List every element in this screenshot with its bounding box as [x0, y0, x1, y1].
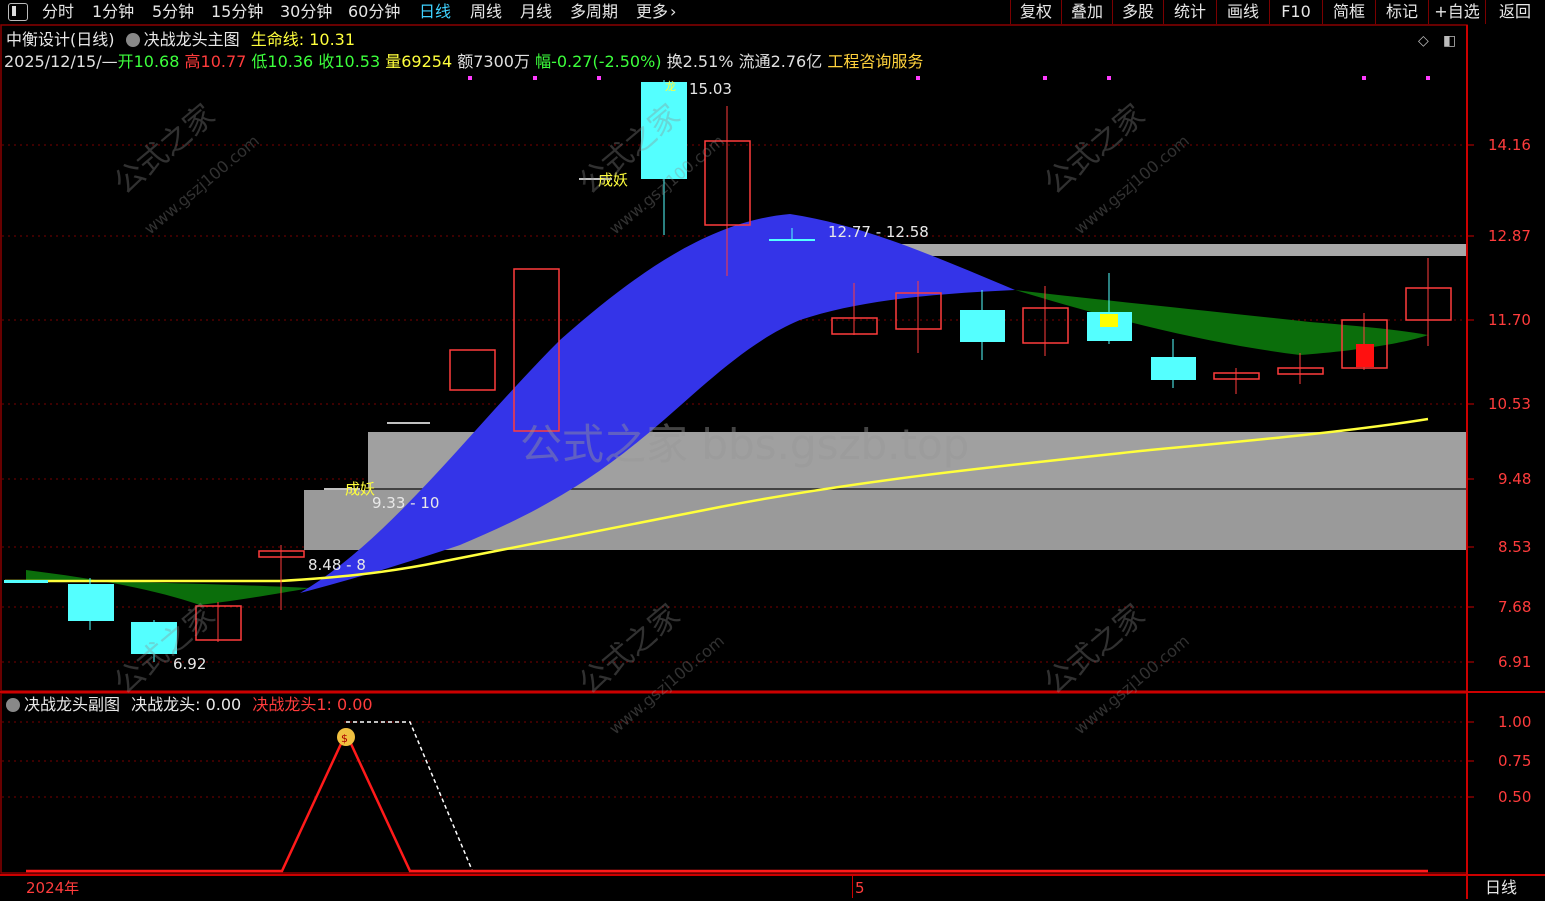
signal-marker — [1356, 344, 1374, 367]
price-axis-label: 9.48 — [1498, 470, 1532, 488]
info-turnover: 换2.51% — [666, 52, 734, 71]
info-volume: 量69254 — [385, 52, 453, 71]
sub-indicator-title: 决战龙头副图 决战龙头: 0.00 决战龙头1: 0.00 — [6, 695, 373, 715]
sub-line-red — [26, 730, 1428, 873]
info-float: 流通2.76亿 — [738, 52, 823, 71]
sub-chart-frame — [0, 692, 1468, 874]
sub-axis-label: 0.50 — [1498, 788, 1532, 806]
sub-line2-label: 决战龙头1: 0.00 — [252, 695, 373, 714]
range-low-label: 8.48 - 8 — [308, 556, 366, 574]
top-signal-dots — [468, 76, 1430, 80]
svg-text:$: $ — [341, 732, 348, 745]
sub-axis-label: 0.75 — [1498, 752, 1532, 770]
info-close: 收10.53 — [318, 52, 381, 71]
high-price-label: 15.03 — [689, 80, 732, 98]
watermark-center: 公式之家 bbs.gszb.top — [520, 420, 970, 469]
price-axis-label: 11.70 — [1488, 311, 1531, 329]
info-date: 2025/12/15/— — [4, 52, 118, 71]
chengyao-tag: 成妖 — [345, 480, 376, 498]
ohlc-info-line: 2025/12/15/—开10.68 高10.77 低10.36 收10.53 … — [4, 52, 923, 72]
price-axis-label: 10.53 — [1488, 395, 1531, 413]
period-indicator[interactable]: 日线 — [1485, 878, 1517, 898]
sub-line-white — [346, 721, 473, 871]
price-axis-label: 14.16 — [1488, 136, 1531, 154]
diamond-icon[interactable]: ◇ — [1418, 31, 1429, 51]
price-axis-label: 6.91 — [1498, 653, 1532, 671]
window-toggle-icon[interactable]: ◧ — [1443, 31, 1456, 51]
candle — [1151, 357, 1196, 380]
stock-name: 中衡设计(日线) — [6, 30, 115, 49]
candle — [449, 349, 496, 391]
indicator-toggle-icon[interactable] — [125, 33, 140, 47]
sub-line1-label: 决战龙头: 0.00 — [131, 695, 242, 714]
info-sector[interactable]: 工程咨询服务 — [827, 52, 923, 71]
dragon-tag: 龙 — [665, 80, 676, 93]
lifeline-label: 生命线: — [250, 30, 305, 49]
time-axis-tick — [852, 876, 853, 898]
info-change: 幅-0.27(-2.50%) — [535, 52, 662, 71]
time-axis-year: 2024年 — [26, 879, 80, 897]
candle — [960, 310, 1005, 342]
lifeline-value: 10.31 — [309, 30, 356, 49]
info-low: 低10.36 — [251, 52, 314, 71]
sub-indicator-toggle-icon[interactable] — [6, 698, 20, 712]
info-amount: 额7300万 — [457, 52, 530, 71]
price-axis-label: 12.87 — [1488, 227, 1531, 245]
price-grid — [2, 144, 1466, 663]
range-upper-label: 12.77 - 12.58 — [828, 223, 929, 241]
sub-indicator-name[interactable]: 决战龙头副图 — [24, 695, 120, 714]
candle — [68, 584, 114, 621]
signal-marker — [1100, 314, 1118, 327]
time-axis-month: 5 — [855, 879, 865, 897]
price-axis-label: 7.68 — [1498, 598, 1532, 616]
range-mid-label: 9.33 - 10 — [372, 494, 440, 512]
info-high: 高10.77 — [184, 52, 247, 71]
price-axis-label: 8.53 — [1498, 538, 1532, 556]
info-open: 开10.68 — [117, 52, 180, 71]
candle — [4, 580, 48, 583]
sub-axis-label: 1.00 — [1498, 713, 1532, 731]
stock-title: 中衡设计(日线) 决战龙头主图 生命线: 10.31 — [6, 30, 355, 50]
indicator-name[interactable]: 决战龙头主图 — [144, 30, 240, 49]
